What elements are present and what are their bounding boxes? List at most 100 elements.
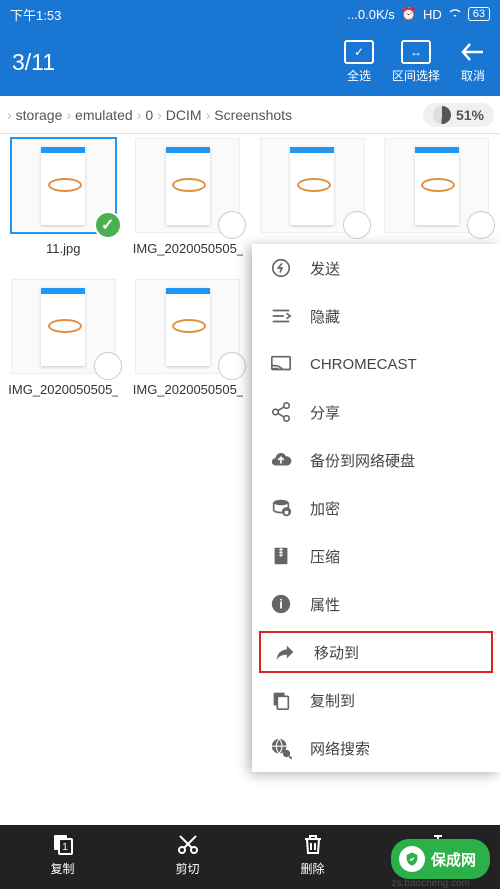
menu-properties[interactable]: i 属性 bbox=[252, 580, 500, 628]
svg-text:1: 1 bbox=[62, 842, 68, 853]
toolbar-cut[interactable]: 剪切 bbox=[125, 831, 250, 889]
menu-compress[interactable]: 压缩 bbox=[252, 532, 500, 580]
copy-icon bbox=[270, 689, 292, 711]
toolbar-copy[interactable]: 1 复制 bbox=[0, 831, 125, 889]
select-all-button[interactable]: ✓ 全选 bbox=[344, 40, 374, 84]
menu-label: CHROMECAST bbox=[310, 356, 417, 373]
status-bar: 下午1:53 ...0.0K/s ⏰ HD 63 bbox=[0, 0, 500, 28]
range-select-button[interactable]: ↔ 区间选择 bbox=[392, 40, 440, 84]
menu-copy-to[interactable]: 复制到 bbox=[252, 676, 500, 724]
menu-label: 发送 bbox=[310, 258, 340, 279]
toolbar-label: 剪切 bbox=[175, 860, 199, 877]
hide-icon bbox=[270, 305, 292, 327]
range-icon: ↔ bbox=[401, 40, 431, 64]
menu-encrypt[interactable]: 加密 bbox=[252, 484, 500, 532]
file-name: 11.jpg bbox=[8, 241, 118, 275]
breadcrumb: › storage › emulated › 0 › DCIM › Screen… bbox=[0, 96, 500, 134]
menu-web-search[interactable]: 网络搜索 bbox=[252, 724, 500, 772]
toolbar-label: 复制 bbox=[50, 860, 74, 877]
menu-chromecast[interactable]: CHROMECAST bbox=[252, 340, 500, 388]
unselected-circle-icon bbox=[94, 352, 122, 380]
status-net: ...0.0K/s bbox=[347, 7, 395, 22]
file-thumbnail[interactable] bbox=[135, 138, 240, 233]
brand-badge: 保成网 bbox=[391, 839, 490, 879]
file-item[interactable]: ✓11.jpg bbox=[4, 138, 123, 275]
zip-icon bbox=[270, 545, 292, 567]
selection-counter: 3/11 bbox=[12, 49, 344, 76]
file-item[interactable]: IMG_2020050505_130507.j bbox=[4, 279, 123, 416]
unselected-circle-icon bbox=[343, 211, 371, 239]
select-all-label: 全选 bbox=[347, 67, 371, 84]
file-name: IMG_2020050505_130536.j bbox=[133, 382, 243, 416]
info-icon: i bbox=[270, 593, 292, 615]
menu-label: 压缩 bbox=[310, 546, 340, 567]
checkbox-icon: ✓ bbox=[344, 40, 374, 64]
shield-icon bbox=[399, 846, 425, 872]
wifi-icon bbox=[448, 7, 462, 22]
status-right: ...0.0K/s ⏰ HD 63 bbox=[347, 6, 490, 22]
battery-icon: 63 bbox=[468, 7, 490, 21]
unselected-circle-icon bbox=[218, 352, 246, 380]
menu-backup[interactable]: 备份到网络硬盘 bbox=[252, 436, 500, 484]
chevron-icon: › bbox=[6, 107, 13, 123]
hd-icon: HD bbox=[423, 7, 442, 22]
toolbar-label: 删除 bbox=[300, 860, 324, 877]
menu-label: 复制到 bbox=[310, 690, 355, 711]
share-icon bbox=[270, 401, 292, 423]
back-arrow-icon bbox=[458, 40, 488, 64]
file-name: IMG_2020050505_130345.j bbox=[133, 241, 243, 275]
menu-send[interactable]: 发送 bbox=[252, 244, 500, 292]
status-time: 下午1:53 bbox=[10, 5, 61, 24]
storage-badge[interactable]: 51% bbox=[423, 103, 494, 127]
scissors-icon bbox=[174, 831, 202, 857]
file-thumbnail[interactable] bbox=[384, 138, 489, 233]
check-icon: ✓ bbox=[94, 211, 122, 239]
unselected-circle-icon bbox=[467, 211, 495, 239]
file-thumbnail[interactable] bbox=[135, 279, 240, 374]
menu-share[interactable]: 分享 bbox=[252, 388, 500, 436]
file-thumbnail[interactable] bbox=[260, 138, 365, 233]
menu-label: 移动到 bbox=[314, 642, 359, 663]
menu-label: 网络搜索 bbox=[310, 738, 370, 759]
bolt-icon bbox=[270, 257, 292, 279]
menu-hide[interactable]: 隐藏 bbox=[252, 292, 500, 340]
crumb-dcim[interactable]: DCIM bbox=[163, 107, 205, 123]
file-name: IMG_2020050505_130507.j bbox=[8, 382, 118, 416]
menu-move-to[interactable]: 移动到 bbox=[256, 628, 496, 676]
copy-icon: 1 bbox=[49, 831, 77, 857]
watermark: zs.baocheng.com bbox=[392, 878, 470, 889]
cancel-button[interactable]: 取消 bbox=[458, 40, 488, 84]
selection-header: 3/11 ✓ 全选 ↔ 区间选择 取消 bbox=[0, 28, 500, 96]
menu-label: 备份到网络硬盘 bbox=[310, 450, 415, 471]
forward-icon bbox=[274, 641, 296, 663]
context-menu: 发送 隐藏 CHROMECAST 分享 备份到网络硬盘 加密 压缩 i 属性 移… bbox=[252, 244, 500, 772]
crumb-0[interactable]: 0 bbox=[142, 107, 156, 123]
crumb-storage[interactable]: storage bbox=[13, 107, 66, 123]
lock-icon bbox=[270, 497, 292, 519]
menu-label: 属性 bbox=[310, 594, 340, 615]
chevron-icon: › bbox=[205, 107, 212, 123]
pie-icon bbox=[433, 106, 451, 124]
trash-icon bbox=[299, 831, 327, 857]
range-select-label: 区间选择 bbox=[392, 67, 440, 84]
globe-search-icon bbox=[270, 737, 292, 759]
file-item[interactable]: IMG_2020050505_130536.j bbox=[129, 279, 248, 416]
alarm-icon: ⏰ bbox=[401, 6, 417, 22]
file-thumbnail[interactable]: ✓ bbox=[11, 138, 116, 233]
file-item[interactable]: IMG_2020050505_130345.j bbox=[129, 138, 248, 275]
cancel-label: 取消 bbox=[461, 67, 485, 84]
chevron-icon: › bbox=[136, 107, 143, 123]
cloud-up-icon bbox=[270, 449, 292, 471]
svg-text:i: i bbox=[279, 597, 283, 612]
unselected-circle-icon bbox=[218, 211, 246, 239]
storage-pct: 51% bbox=[456, 107, 484, 123]
menu-label: 分享 bbox=[310, 402, 340, 423]
chevron-icon: › bbox=[156, 107, 163, 123]
file-thumbnail[interactable] bbox=[11, 279, 116, 374]
crumb-emulated[interactable]: emulated bbox=[72, 107, 136, 123]
menu-label: 隐藏 bbox=[310, 306, 340, 327]
toolbar-delete[interactable]: 删除 bbox=[250, 831, 375, 889]
chevron-icon: › bbox=[65, 107, 72, 123]
cast-icon bbox=[270, 353, 292, 375]
crumb-screenshots[interactable]: Screenshots bbox=[211, 107, 295, 123]
